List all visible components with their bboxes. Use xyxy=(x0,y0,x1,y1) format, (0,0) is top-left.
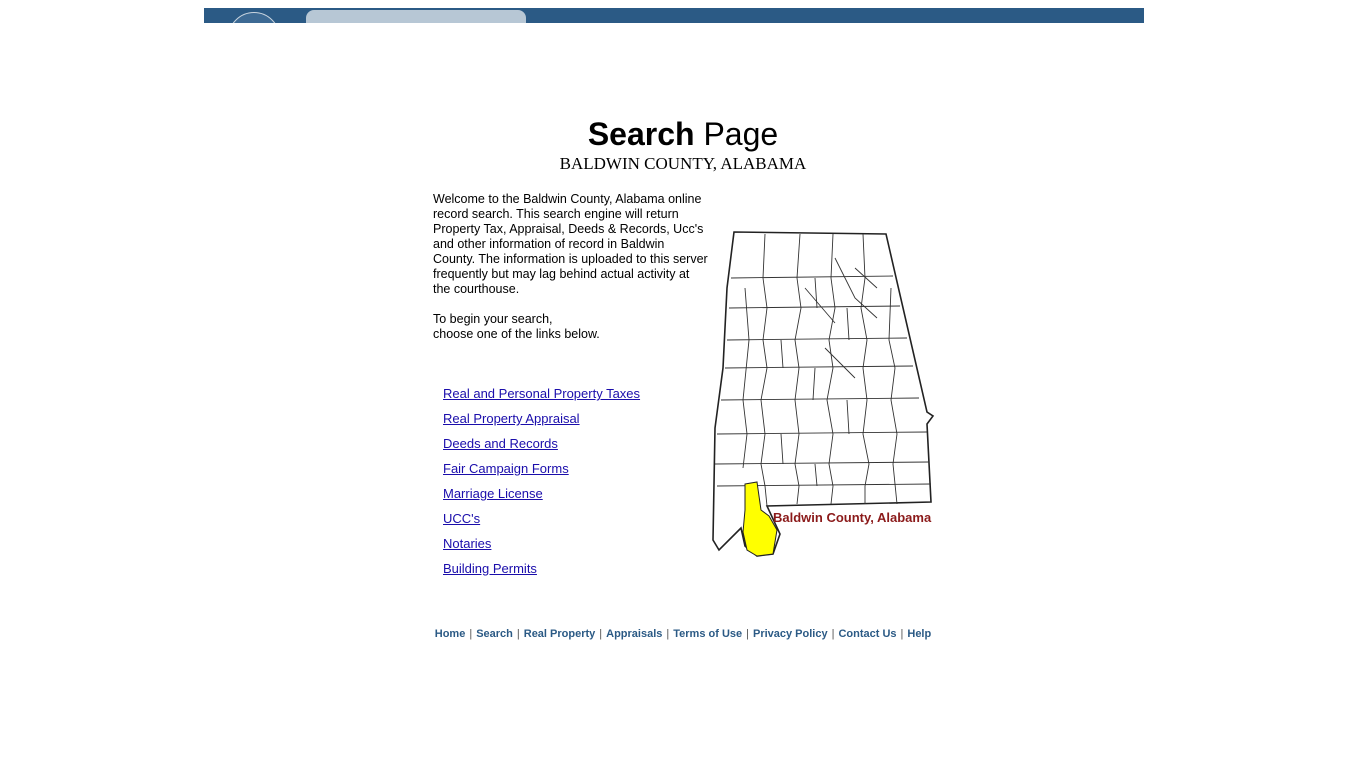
link-property-appraisal[interactable]: Real Property Appraisal xyxy=(443,406,640,431)
footer-link-home[interactable]: Home xyxy=(435,628,466,640)
map-label: Baldwin County, Alabama xyxy=(773,510,932,525)
footer-nav: Home | Search | Real Property | Appraisals | Ter… xyxy=(0,628,1366,640)
footer-separator: | xyxy=(599,628,603,640)
footer-separator: | xyxy=(900,628,904,640)
link-property-taxes[interactable]: Real and Personal Property Taxes xyxy=(443,381,640,406)
link-building-permits[interactable]: Building Permits xyxy=(443,556,640,581)
footer-link-privacy-policy[interactable]: Privacy Policy xyxy=(753,628,828,640)
page-title-bold: Search xyxy=(587,116,695,152)
footer-link-help[interactable]: Help xyxy=(907,628,931,640)
footer-link-real-property[interactable]: Real Property xyxy=(524,628,596,640)
footer-link-search[interactable]: Search xyxy=(476,628,513,640)
header-banner xyxy=(204,8,1144,23)
intro-instructions-line1: To begin your search, xyxy=(433,312,553,326)
page-title: Search Page xyxy=(0,116,1366,152)
footer-separator: | xyxy=(831,628,835,640)
intro-instructions: To begin your search, choose one of the … xyxy=(433,312,709,342)
link-notaries[interactable]: Notaries xyxy=(443,531,640,556)
footer-link-terms-of-use[interactable]: Terms of Use xyxy=(673,628,742,640)
banner-title-logo xyxy=(306,10,526,23)
intro-text: Welcome to the Baldwin County, Alabama o… xyxy=(433,192,709,342)
footer-separator: | xyxy=(469,628,473,640)
footer-separator: | xyxy=(666,628,670,640)
footer-link-contact-us[interactable]: Contact Us xyxy=(838,628,896,640)
page-subtitle: BALDWIN COUNTY, ALABAMA xyxy=(559,154,807,173)
footer-separator: | xyxy=(746,628,749,640)
link-uccs[interactable]: UCC's xyxy=(443,506,640,531)
link-fair-campaign-forms[interactable]: Fair Campaign Forms xyxy=(443,456,640,481)
footer-separator: | xyxy=(516,628,520,640)
search-links: Real and Personal Property Taxes Real Pr… xyxy=(443,381,640,581)
county-seal-logo[interactable] xyxy=(228,12,280,23)
intro-instructions-line2: choose one of the links below. xyxy=(433,327,600,341)
intro-paragraph: Welcome to the Baldwin County, Alabama o… xyxy=(433,192,708,296)
page-title-rest: Page xyxy=(694,116,779,152)
link-marriage-license[interactable]: Marriage License xyxy=(443,481,640,506)
footer-link-appraisals[interactable]: Appraisals xyxy=(606,628,662,640)
link-deeds-records[interactable]: Deeds and Records xyxy=(443,431,640,456)
